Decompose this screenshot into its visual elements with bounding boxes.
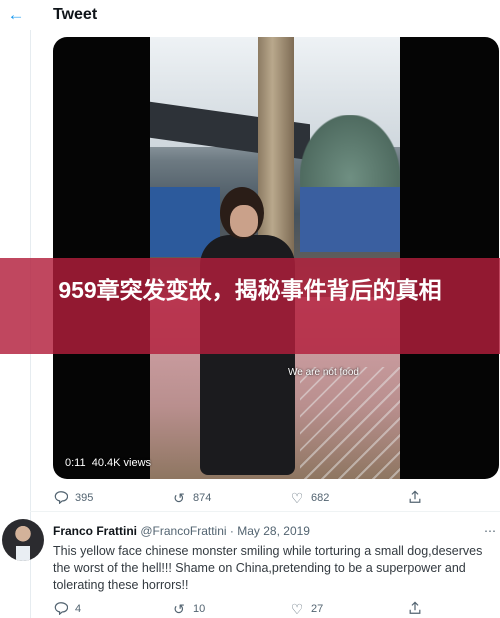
reply-reply-action[interactable]: 4 — [53, 601, 81, 617]
reply-divider — [30, 511, 500, 512]
back-arrow-icon[interactable]: ← — [6, 5, 26, 25]
like-action[interactable]: ♡ 682 — [289, 490, 330, 506]
retweet-count: 874 — [193, 492, 212, 504]
share-icon — [407, 601, 423, 617]
retweet-action[interactable]: ↺ 874 — [171, 490, 211, 506]
reply-separator: · — [229, 524, 234, 538]
video-blue-tarp-right — [300, 187, 400, 252]
heart-icon: ♡ — [290, 490, 304, 506]
reply-count: 395 — [75, 492, 94, 504]
share-icon — [407, 490, 423, 506]
reply-like-count: 27 — [311, 603, 324, 615]
retweet-icon: ↺ — [173, 601, 185, 617]
reply-retweet-count: 10 — [193, 603, 206, 615]
reply-header: Franco Frattini @FrancoFrattini · May 28… — [53, 524, 310, 538]
video-views: 40.4K views — [91, 457, 152, 469]
video-subtitle: We are not food — [288, 367, 359, 378]
top-bar: ← Tweet — [0, 0, 500, 30]
retweet-icon: ↺ — [173, 490, 185, 506]
reply-retweet-action[interactable]: ↺ 10 — [171, 601, 205, 617]
reply-author-name[interactable]: Franco Frattini — [53, 524, 137, 538]
reply-date[interactable]: May 28, 2019 — [237, 524, 310, 538]
tweet-action-bar: 395 ↺ 874 ♡ 682 — [53, 488, 433, 508]
reply-icon — [53, 601, 69, 617]
page-title: Tweet — [53, 6, 98, 23]
reply-share-action[interactable] — [407, 601, 423, 617]
avatar[interactable] — [2, 519, 44, 561]
reply-like-action[interactable]: ♡ 27 — [289, 601, 324, 617]
reply-action-bar: 4 ↺ 10 ♡ 27 — [53, 599, 433, 618]
headline-overlay: 959章突发变故，揭秘事件背后的真相 — [0, 258, 500, 354]
reply-author-handle[interactable]: @FrancoFrattini — [140, 524, 226, 538]
reply-action[interactable]: 395 — [53, 490, 93, 506]
reply-icon — [53, 490, 69, 506]
video-stats: 0:11 40.4K views — [65, 457, 151, 469]
reply-reply-count: 4 — [75, 603, 82, 615]
like-count: 682 — [311, 492, 330, 504]
video-fence — [300, 367, 400, 479]
share-action[interactable] — [407, 490, 423, 506]
headline-text: 959章突发变故，揭秘事件背后的真相 — [58, 277, 442, 303]
video-duration: 0:11 — [65, 457, 86, 469]
more-options-icon[interactable]: ⋯ — [484, 524, 496, 538]
heart-icon: ♡ — [290, 601, 304, 617]
person-face — [230, 205, 258, 237]
avatar-shirt — [16, 546, 30, 561]
reply-text: This yellow face chinese monster smiling… — [53, 544, 483, 592]
